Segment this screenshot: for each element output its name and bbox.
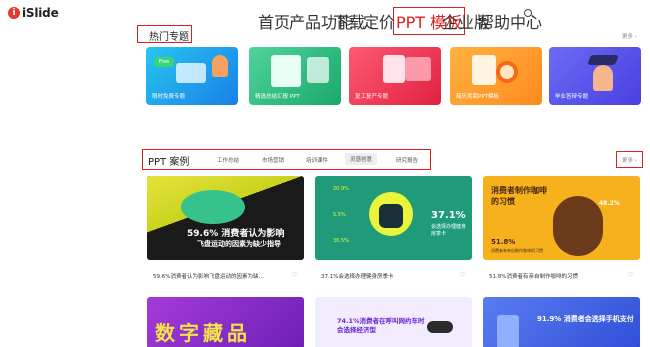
case-caption: 37.1%会选择办理健身房季卡	[321, 274, 394, 280]
case-card[interactable]: 74.1%消费者在呼叫网约车时会选择经济型	[315, 297, 472, 347]
case-caption: 51.8%消费者有亲自制作咖啡的习惯	[489, 274, 578, 280]
topic-label: 限时免费专题	[152, 94, 186, 100]
logo-text: iSlide	[22, 6, 59, 20]
tab-research[interactable]: 研究报告	[396, 156, 418, 164]
thumbnail-subline: 消费者有亲自制作咖啡的习惯	[491, 248, 543, 253]
nav-download[interactable]: 下载	[333, 9, 365, 33]
illustration-screen	[176, 63, 206, 83]
tab-training[interactable]: 培训课件	[306, 156, 328, 164]
ppt-cases-title: PPT 案例	[148, 157, 190, 168]
thumbnail-pct: 51.8%	[491, 238, 516, 246]
case-card[interactable]: 消费者制作咖啡的习惯 48.2% 51.8% 消费者有亲自制作咖啡的习惯 51.…	[483, 176, 640, 285]
topic-label: 毕业答辩专题	[555, 94, 589, 100]
case-caption: 59.6%消费者认为影响飞盘运动的因素为缺…	[153, 274, 264, 280]
stat-1: 20.9%	[333, 186, 349, 192]
topic-card-report[interactable]: 精选总结汇报 PPT	[249, 47, 341, 105]
illustration-clipboard	[383, 55, 405, 83]
illustration-document	[271, 55, 301, 87]
illustration-student	[593, 65, 613, 91]
coffee-bean-graphic	[553, 196, 603, 256]
illustration-resume	[472, 55, 496, 85]
heart-icon[interactable]: ♡	[628, 272, 634, 279]
topic-label: 简历竞聘PPT模板	[456, 94, 499, 100]
thumbnail-headline: 74.1%消费者在呼叫网约车时会选择经济型	[337, 317, 425, 334]
phone-graphic	[497, 315, 519, 347]
case-card[interactable]: 59.6% 消费者认为影响 飞盘运动的因素为缺少指导 59.6%消费者认为影响飞…	[147, 176, 304, 285]
page: i iSlide 首页 产品功能 下载 定价 PPT 模板 企业版 帮助中心 热…	[0, 0, 650, 347]
heart-icon[interactable]: ♡	[292, 272, 298, 279]
topic-card-free[interactable]: Free 限时免费专题	[146, 47, 238, 105]
illustration-calendar	[405, 57, 431, 81]
tab-inspiration[interactable]: 灵感创意	[345, 153, 378, 165]
magnifier-icon	[496, 61, 518, 83]
thumbnail-headline: 数字藏品	[155, 321, 251, 345]
graduation-cap-icon	[587, 55, 619, 65]
search-icon[interactable]	[524, 9, 532, 17]
thumbnail-subline: 飞盘运动的因素为缺少指导	[197, 240, 281, 248]
car-graphic	[427, 321, 453, 333]
cases-more-link[interactable]: 更多 ›	[622, 156, 637, 164]
case-card[interactable]: 数字藏品	[147, 297, 304, 347]
thumbnail-headline: 37.1%	[431, 210, 466, 221]
thumbnail-headline: 消费者制作咖啡的习惯	[491, 186, 547, 206]
logo[interactable]: i iSlide	[8, 6, 59, 20]
hot-topics-more-link[interactable]: 更多 ›	[622, 32, 637, 40]
case-thumbnail: 消费者制作咖啡的习惯 48.2% 51.8% 消费者有亲自制作咖啡的习惯	[483, 176, 640, 260]
topic-card-resume[interactable]: 简历竞聘PPT模板	[450, 47, 542, 105]
illustration-chart	[307, 57, 329, 83]
heart-icon[interactable]: ♡	[460, 272, 466, 279]
hot-topics-title: 热门专题	[149, 32, 189, 43]
topic-card-resume-work[interactable]: 复工复产专题	[349, 47, 441, 105]
weightlifter-graphic	[379, 204, 403, 228]
illustration-person	[212, 55, 228, 77]
case-thumbnail: 20.9% 5.5% 36.5% 37.1% 会选择办理健身房季卡	[315, 176, 472, 260]
topic-card-graduation[interactable]: 毕业答辩专题	[549, 47, 641, 105]
tab-marketing[interactable]: 市场营销	[262, 156, 284, 164]
nav-home[interactable]: 首页	[258, 9, 290, 33]
case-card[interactable]: 91.9% 消费者会选择手机支付	[483, 297, 640, 347]
stat-2: 5.5%	[333, 212, 346, 218]
frisbee-graphic	[181, 190, 245, 224]
free-badge: Free	[154, 57, 174, 67]
top-navigation: i iSlide 首页 产品功能 下载 定价 PPT 模板 企业版 帮助中心	[0, 0, 650, 35]
topic-label: 复工复产专题	[355, 94, 389, 100]
nav-help-center[interactable]: 帮助中心	[478, 9, 542, 33]
thumbnail-headline: 59.6% 消费者认为影响	[187, 229, 285, 239]
thumbnail-headline: 91.9% 消费者会选择手机支付	[537, 315, 634, 323]
topic-label: 精选总结汇报 PPT	[255, 94, 300, 100]
islide-logo-icon: i	[8, 7, 20, 19]
nav-pricing[interactable]: 定价	[363, 9, 395, 33]
stat-3: 36.5%	[333, 238, 349, 244]
thumbnail-pct2: 48.2%	[599, 200, 620, 207]
case-card[interactable]: 20.9% 5.5% 36.5% 37.1% 会选择办理健身房季卡 37.1%会…	[315, 176, 472, 285]
case-thumbnail: 59.6% 消费者认为影响 飞盘运动的因素为缺少指导	[147, 176, 304, 260]
tab-work-summary[interactable]: 工作总结	[217, 156, 239, 164]
thumbnail-subline: 会选择办理健身房季卡	[431, 224, 467, 237]
